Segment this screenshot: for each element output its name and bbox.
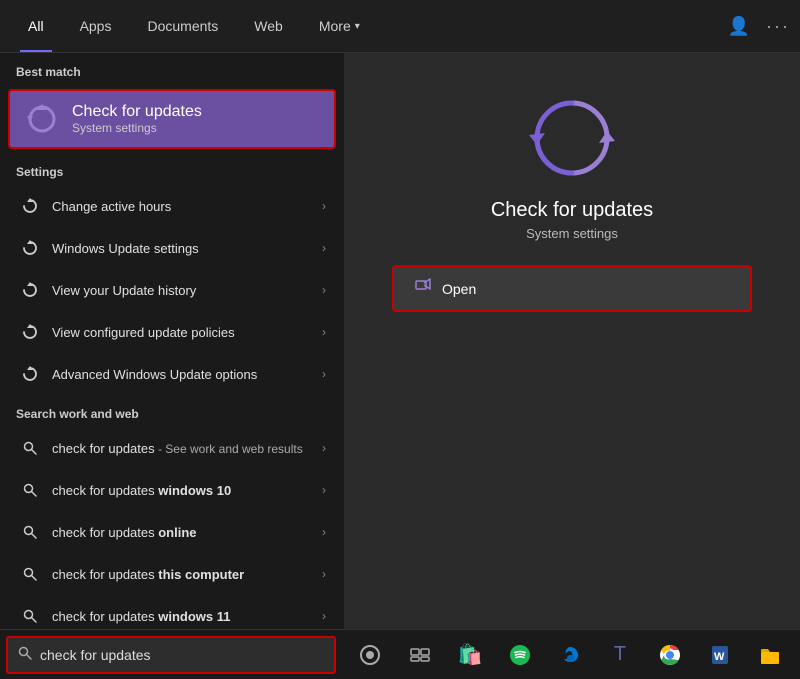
taskbar-taskview-icon[interactable] — [398, 633, 442, 677]
refresh-icon-small-2 — [18, 236, 42, 260]
nav-right-icons: 👤 ··· — [728, 16, 790, 37]
settings-item-label: Change active hours — [52, 199, 322, 214]
search-item-see-results[interactable]: check for updates - See work and web res… — [4, 428, 340, 468]
tab-documents[interactable]: Documents — [129, 0, 236, 52]
more-options-icon[interactable]: ··· — [766, 16, 790, 37]
tab-more[interactable]: More ▾ — [301, 0, 378, 52]
tab-web[interactable]: Web — [236, 0, 301, 52]
svg-text:W: W — [714, 651, 725, 663]
best-match-text: Check for updates System settings — [72, 103, 202, 135]
taskbar-explorer-icon[interactable] — [748, 633, 792, 677]
tab-more-label: More — [319, 18, 351, 34]
refresh-icon-large — [24, 101, 60, 137]
taskbar-search-text: check for updates — [40, 647, 151, 663]
taskbar-cortana-icon[interactable] — [348, 633, 392, 677]
right-subtitle: System settings — [526, 226, 618, 241]
settings-item-label-2: Windows Update settings — [52, 241, 322, 256]
top-nav: All Apps Documents Web More ▾ 👤 ··· — [0, 0, 800, 53]
refresh-icon-small-5 — [18, 362, 42, 386]
chevron-right-icon-s4: › — [322, 567, 326, 581]
search-icon-4 — [18, 562, 42, 586]
chevron-right-icon-s5: › — [322, 609, 326, 623]
chevron-right-icon-s2: › — [322, 483, 326, 497]
search-item-text-4: check for updates this computer — [52, 567, 322, 582]
taskbar-teams-icon[interactable]: T — [598, 633, 642, 677]
person-icon[interactable]: 👤 — [728, 16, 750, 37]
best-match-title: Check for updates — [72, 103, 202, 121]
taskbar-edge-icon[interactable] — [548, 633, 592, 677]
right-panel: Check for updates System settings Open — [344, 53, 800, 629]
tab-apps-label: Apps — [80, 18, 112, 34]
open-label: Open — [442, 281, 476, 297]
search-item-windows10[interactable]: check for updates windows 10 › — [4, 470, 340, 510]
chevron-right-icon: › — [322, 199, 326, 213]
chevron-right-icon-s1: › — [322, 441, 326, 455]
search-item-windows11[interactable]: check for updates windows 11 › — [4, 596, 340, 629]
right-title: Check for updates — [491, 199, 653, 222]
taskbar: check for updates 🛍️ — [0, 629, 800, 679]
chevron-down-icon: ▾ — [355, 21, 360, 32]
settings-item-update-history[interactable]: View your Update history › — [4, 270, 340, 310]
chevron-right-icon-5: › — [322, 367, 326, 381]
taskbar-word-icon[interactable]: W — [698, 633, 742, 677]
chevron-right-icon-3: › — [322, 283, 326, 297]
search-item-online[interactable]: check for updates online › — [4, 512, 340, 552]
refresh-icon-small — [18, 194, 42, 218]
taskbar-search-box[interactable]: check for updates — [6, 636, 336, 674]
settings-item-update-policies[interactable]: View configured update policies › — [4, 312, 340, 352]
search-item-text-2: check for updates windows 10 — [52, 483, 322, 498]
tab-documents-label: Documents — [147, 18, 218, 34]
search-item-text-1: check for updates - See work and web res… — [52, 441, 322, 456]
search-icon-3 — [18, 520, 42, 544]
search-icon-2 — [18, 478, 42, 502]
check-for-updates-icon — [527, 93, 617, 183]
best-match-label: Best match — [0, 53, 344, 85]
refresh-icon-small-4 — [18, 320, 42, 344]
search-item-text-5: check for updates windows 11 — [52, 609, 322, 624]
taskbar-store-icon[interactable]: 🛍️ — [448, 633, 492, 677]
search-icon-5 — [18, 604, 42, 628]
tab-apps[interactable]: Apps — [62, 0, 130, 52]
tab-all[interactable]: All — [10, 0, 62, 52]
settings-label: Settings — [0, 153, 344, 185]
settings-item-label-4: View configured update policies — [52, 325, 322, 340]
left-panel: Best match Check for updates System sett… — [0, 53, 344, 629]
right-icon-area — [527, 93, 617, 183]
refresh-icon-small-3 — [18, 278, 42, 302]
tab-all-label: All — [28, 18, 44, 34]
chevron-right-icon-s3: › — [322, 525, 326, 539]
search-icon-1 — [18, 436, 42, 460]
settings-item-label-5: Advanced Windows Update options — [52, 367, 322, 382]
main-content: Best match Check for updates System sett… — [0, 53, 800, 629]
chevron-right-icon-2: › — [322, 241, 326, 255]
search-item-this-computer[interactable]: check for updates this computer › — [4, 554, 340, 594]
best-match-subtitle: System settings — [72, 121, 202, 135]
best-match-item[interactable]: Check for updates System settings — [8, 89, 336, 149]
search-web-label: Search work and web — [0, 395, 344, 427]
open-button[interactable]: Open — [392, 265, 752, 312]
taskbar-icons: 🛍️ T — [348, 633, 792, 677]
taskbar-search-icon — [18, 646, 32, 663]
settings-item-windows-update[interactable]: Windows Update settings › — [4, 228, 340, 268]
taskbar-spotify-icon[interactable] — [498, 633, 542, 677]
search-item-text-3: check for updates online — [52, 525, 322, 540]
chevron-right-icon-4: › — [322, 325, 326, 339]
settings-item-label-3: View your Update history — [52, 283, 322, 298]
settings-item-advanced-options[interactable]: Advanced Windows Update options › — [4, 354, 340, 394]
taskbar-chrome-icon[interactable] — [648, 633, 692, 677]
tab-web-label: Web — [254, 18, 283, 34]
open-icon — [414, 277, 432, 300]
settings-item-change-active-hours[interactable]: Change active hours › — [4, 186, 340, 226]
